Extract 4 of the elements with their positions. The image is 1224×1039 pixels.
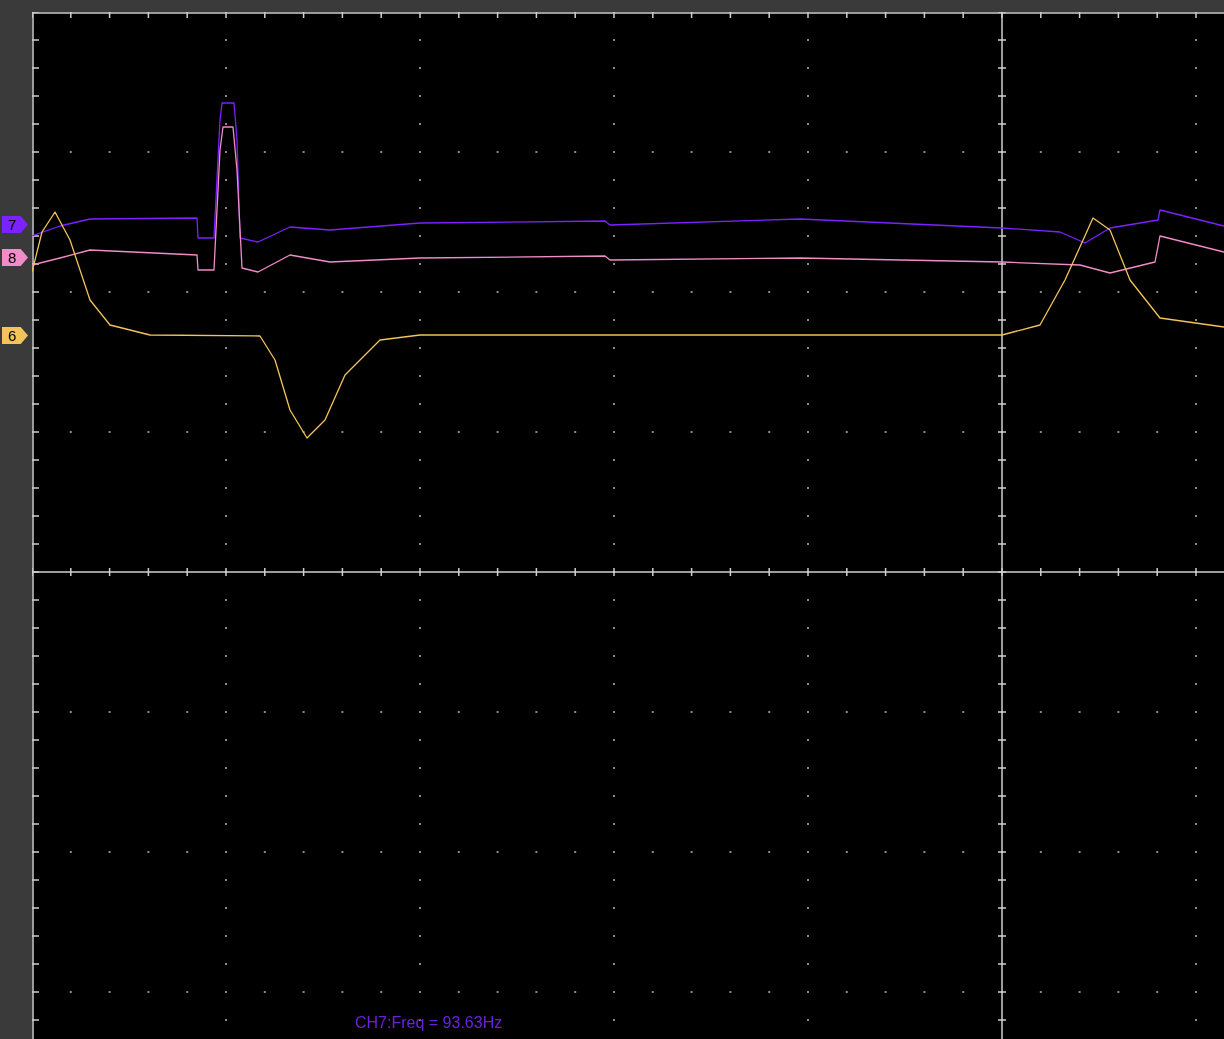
channel-marker[interactable]: 8	[2, 249, 28, 266]
frequency-measurement: CH7:Freq = 93.63Hz	[355, 1013, 503, 1033]
channel-marker[interactable]: 7	[2, 216, 28, 233]
channel-marker[interactable]: 6	[2, 327, 28, 344]
